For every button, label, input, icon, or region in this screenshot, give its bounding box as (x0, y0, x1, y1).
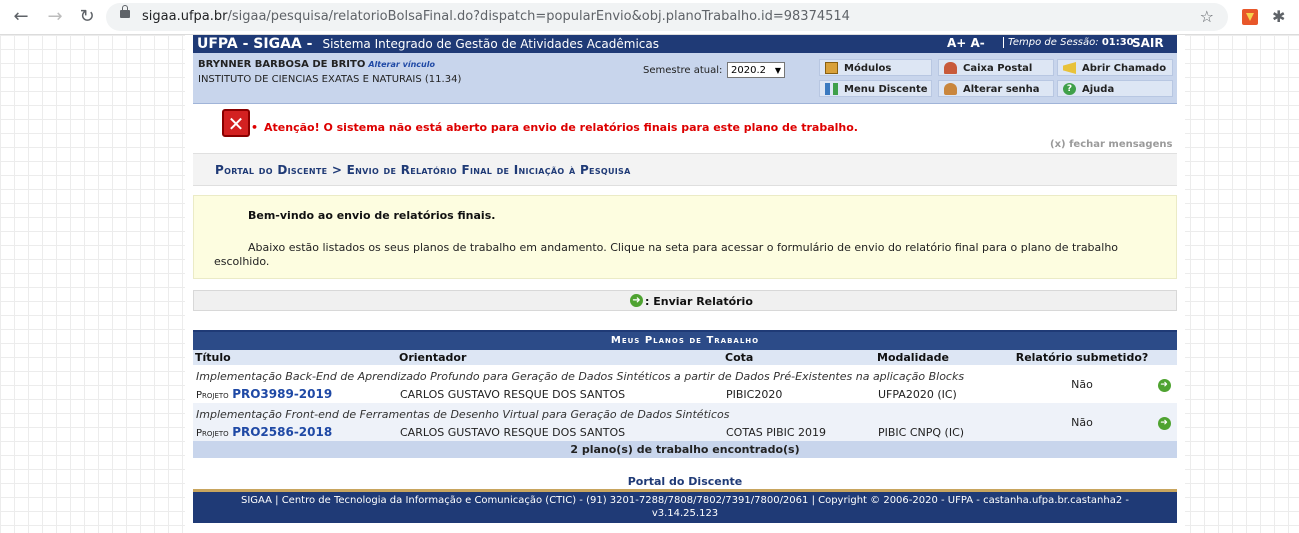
go-arrow-icon[interactable]: ➜ (1157, 416, 1171, 430)
back-icon[interactable]: ← (10, 6, 32, 28)
send-report-button[interactable]: ➜ (1151, 403, 1177, 441)
user-key-icon (944, 83, 957, 95)
submitted-status: Não (1013, 403, 1151, 441)
breadcrumb-text[interactable]: Portal do Discente > Envio de Relatório … (215, 163, 631, 177)
abrir-chamado-button[interactable]: Abrir Chamado (1057, 59, 1173, 76)
font-size-controls[interactable]: A+ A- (947, 36, 985, 50)
table-row: Implementação Front-end de Ferramentas d… (193, 403, 1177, 441)
portal-discente-link[interactable]: Portal do Discente (185, 475, 1185, 488)
plan-title: Implementação Front-end de Ferramentas d… (193, 403, 1013, 423)
bookmark-star-icon[interactable]: ☆ (1200, 7, 1214, 26)
address-bar[interactable]: sigaa.ufpa.br/sigaa/pesquisa/relatorioBo… (106, 3, 1228, 31)
plans-caption: Meus Planos de Trabalho (193, 330, 1177, 350)
col-quota: Cota (723, 350, 875, 365)
reload-icon[interactable]: ↻ (76, 6, 98, 28)
error-message: Atenção! O sistema não está aberto para … (251, 121, 858, 134)
extensions-puzzle-icon[interactable]: ✱ (1272, 7, 1285, 26)
table-footer-row: 2 plano(s) de trabalho encontrado(s) (193, 441, 1177, 458)
table-header-row: Título Orientador Cota Modalidade Relató… (193, 350, 1177, 365)
divider (193, 185, 1177, 186)
intro-title: Bem-vindo ao envio de relatórios finais. (248, 209, 496, 222)
semester-select[interactable]: 2020.2 (727, 62, 785, 79)
go-arrow-icon[interactable]: ➜ (1157, 378, 1171, 392)
col-submitted: Relatório submetido? (1013, 350, 1151, 365)
send-report-legend: : Enviar Relatório (645, 295, 753, 308)
project-cell: Projeto PRO3989-2019 (193, 385, 397, 403)
user-institute: INSTITUTO DE CIENCIAS EXATAS E NATURAIS … (198, 74, 462, 85)
semester-label: Semestre atual: (643, 65, 723, 76)
send-report-button[interactable]: ➜ (1151, 365, 1177, 403)
user-name: BRYNNER BARBOSA DE BRITO Alterar vínculo (198, 59, 435, 70)
modality: PIBIC CNPQ (IC) (875, 423, 1013, 441)
footer-line: SIGAA | Centro de Tecnologia da Informaç… (240, 495, 1130, 506)
col-advisor: Orientador (397, 350, 723, 365)
browser-toolbar: ← → ↻ sigaa.ufpa.br/sigaa/pesquisa/relat… (0, 0, 1299, 35)
table-row: Implementação Back-End de Aprendizado Pr… (193, 365, 1177, 403)
col-modality: Modalidade (875, 350, 1013, 365)
close-messages-link[interactable]: (x) fechar mensagens (1050, 139, 1172, 150)
intro-box: Bem-vindo ao envio de relatórios finais.… (193, 195, 1177, 279)
alterar-senha-button[interactable]: Alterar senha (938, 80, 1054, 97)
quota: PIBIC2020 (723, 385, 875, 403)
system-title: UFPA - SIGAA - Sistema Integrado de Gestã… (197, 36, 659, 52)
forward-icon[interactable]: → (44, 6, 66, 28)
footer: SIGAA | Centro de Tecnologia da Informaç… (193, 489, 1177, 523)
session-timer: Tempo de Sessão: 01:30 (1003, 37, 1134, 48)
plans-table: Meus Planos de Trabalho Título Orientado… (193, 330, 1177, 458)
change-link-link[interactable]: Alterar vínculo (368, 60, 435, 69)
ajuda-button[interactable]: ? Ajuda (1057, 80, 1173, 97)
breadcrumb: Portal do Discente > Envio de Relatório … (193, 153, 1177, 186)
sitemap-icon (825, 83, 838, 95)
advisor: CARLOS GUSTAVO RESQUE DOS SANTOS (397, 423, 723, 441)
go-arrow-icon: ➜ (630, 294, 643, 307)
url-text: sigaa.ufpa.br/sigaa/pesquisa/relatorioBo… (142, 9, 850, 24)
advisor: CARLOS GUSTAVO RESQUE DOS SANTOS (397, 385, 723, 403)
submitted-status: Não (1013, 365, 1151, 403)
error-icon: ✕ (222, 109, 250, 137)
help-icon: ? (1063, 83, 1076, 95)
megaphone-icon (1063, 62, 1076, 74)
cube-icon (825, 62, 838, 74)
plans-count: 2 plano(s) de trabalho encontrado(s) (193, 441, 1177, 458)
plan-title: Implementação Back-End de Aprendizado Pr… (193, 365, 1013, 385)
project-prefix: Projeto (196, 428, 229, 439)
col-action (1151, 350, 1177, 365)
user-bar: BRYNNER BARBOSA DE BRITO Alterar vínculo … (193, 53, 1177, 104)
caixa-postal-button[interactable]: Caixa Postal (938, 59, 1054, 76)
col-title: Título (193, 350, 397, 365)
legend-bar: ➜ : Enviar Relatório (193, 290, 1177, 311)
mailbox-icon (944, 62, 957, 74)
intro-text: Abaixo estão listados os seus planos de … (214, 241, 1119, 268)
modulos-button[interactable]: Módulos (819, 59, 932, 76)
footer-version: v3.14.25.123 (651, 508, 719, 519)
quota: COTAS PIBIC 2019 (723, 423, 875, 441)
menu-discente-button[interactable]: Menu Discente (819, 80, 932, 97)
project-cell: Projeto PRO2586-2018 (193, 423, 397, 441)
top-bar: UFPA - SIGAA - Sistema Integrado de Gestã… (193, 35, 1177, 53)
extension-icon[interactable] (1242, 9, 1258, 25)
project-code-link[interactable]: PRO3989-2019 (232, 387, 332, 401)
lock-icon (120, 5, 130, 18)
logout-link[interactable]: SAIR (1132, 36, 1164, 50)
sigaa-container: UFPA - SIGAA - Sistema Integrado de Gestã… (185, 35, 1185, 533)
project-code-link[interactable]: PRO2586-2018 (232, 425, 332, 439)
modality: UFPA2020 (IC) (875, 385, 1013, 403)
project-prefix: Projeto (196, 390, 229, 401)
